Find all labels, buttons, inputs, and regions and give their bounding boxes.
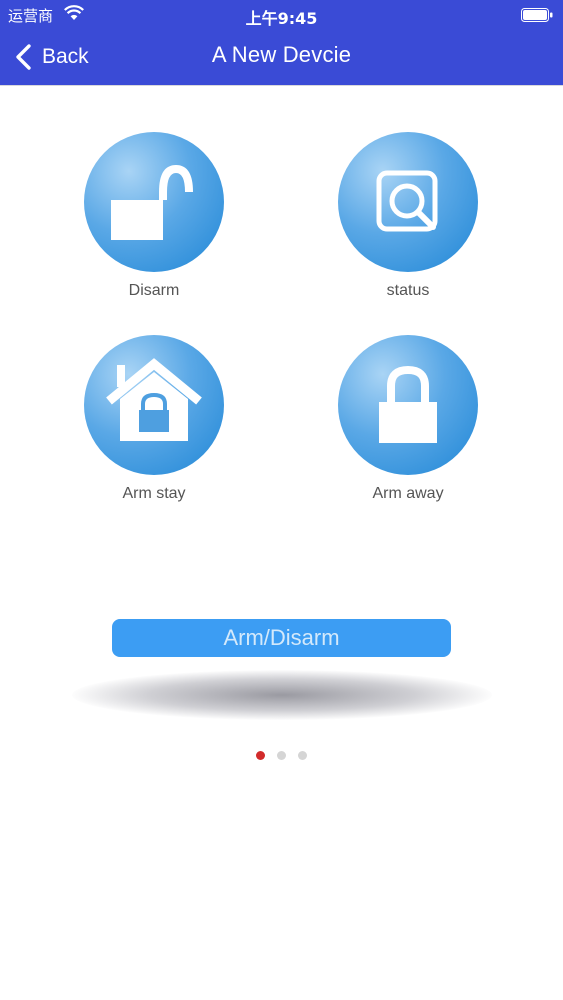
search-status-icon — [376, 170, 438, 232]
arm-away-circle — [338, 335, 478, 475]
nav-divider — [0, 85, 563, 86]
page-indicator — [0, 747, 563, 760]
home-lock-icon — [106, 358, 202, 441]
page-dot[interactable] — [277, 751, 286, 760]
status-label: status — [386, 282, 430, 299]
clock: 上午9:45 — [245, 9, 318, 28]
arm-away-button[interactable]: Arm away — [308, 335, 508, 515]
navigation-bar: Back A New Devcie — [0, 30, 563, 85]
disarm-circle — [84, 132, 224, 272]
arm-away-label: Arm away — [372, 485, 444, 502]
battery-icon — [521, 8, 553, 22]
status-circle — [338, 132, 478, 272]
page-dot[interactable] — [298, 751, 307, 760]
lock-icon — [379, 365, 437, 443]
unlock-icon — [111, 164, 193, 240]
disarm-button[interactable]: Disarm — [54, 132, 254, 312]
page-dot[interactable] — [256, 751, 265, 760]
arm-stay-circle — [84, 335, 224, 475]
arm-stay-label: Arm stay — [122, 485, 186, 502]
page-title: A New Devcie — [211, 42, 352, 67]
status-button[interactable]: status — [308, 132, 508, 312]
status-bar: 运营商 上午9:45 — [0, 0, 563, 30]
button-shadow — [72, 670, 492, 720]
arm-stay-button[interactable]: Arm stay — [54, 335, 254, 515]
arm-disarm-button[interactable]: Arm/Disarm — [112, 619, 451, 657]
disarm-label: Disarm — [128, 282, 180, 299]
